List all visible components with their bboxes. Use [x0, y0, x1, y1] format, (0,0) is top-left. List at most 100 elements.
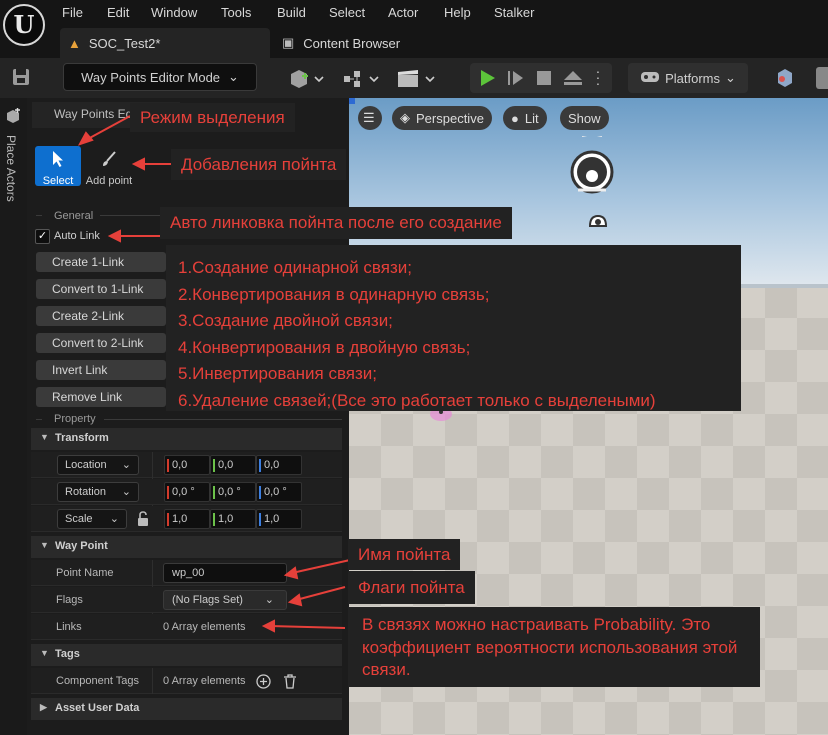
annotation-auto-link: Авто линковка пойнта после его создание [160, 207, 512, 239]
transform-category[interactable]: ▼ Transform [31, 428, 342, 450]
platforms-button[interactable]: Platforms ⌄ [628, 63, 748, 93]
general-section-label: General [54, 210, 94, 222]
menu-tools[interactable]: Tools [221, 5, 251, 20]
invert-link-button[interactable]: Invert Link [36, 360, 166, 380]
stop-icon[interactable] [535, 69, 553, 87]
settings-icon[interactable] [816, 67, 828, 89]
unreal-logo[interactable]: U [3, 4, 45, 46]
tab-level[interactable]: ▲ SOC_Test2* [60, 28, 270, 58]
remove-link-button[interactable]: Remove Link [36, 387, 166, 407]
viewport-menu-button[interactable]: ☰ [358, 106, 382, 130]
scale-z-field[interactable]: 1,0 [256, 509, 302, 529]
menu-edit[interactable]: Edit [107, 5, 129, 20]
tags-header: Tags [55, 648, 80, 660]
cinematics-button[interactable] [396, 68, 436, 90]
links-label: Links [56, 621, 82, 633]
location-y-field[interactable]: 0,0 [210, 455, 256, 475]
editor-mode-dropdown[interactable]: Way Points Editor Mode ⌄ [63, 63, 257, 91]
chevron-down-icon: ⌄ [228, 69, 239, 84]
menu-stalker[interactable]: Stalker [494, 5, 534, 20]
point-name-input[interactable]: wp_00 [163, 563, 287, 583]
annotation-select-mode: Режим выделения [130, 103, 295, 132]
annotation-probability: В связях можно настраивать Probability. … [348, 607, 760, 687]
add-element-icon[interactable] [256, 674, 271, 689]
select-mode-button[interactable]: Select [35, 146, 81, 187]
auto-link-label: Auto Link [54, 230, 100, 242]
links-list-item: 4.Конвертирования в двойную связь; [178, 337, 471, 357]
scale-label: Scale [65, 513, 93, 525]
location-z-field[interactable]: 0,0 [256, 455, 302, 475]
tags-category[interactable]: ▼ Tags [31, 644, 342, 666]
add-actor-button[interactable] [288, 68, 324, 90]
platforms-icon [640, 69, 660, 88]
scale-y-field[interactable]: 1,0 [210, 509, 256, 529]
asset-user-data-category[interactable]: ▶ Asset User Data [31, 698, 342, 720]
content-browser-icon: ▣ [282, 35, 295, 50]
divider [104, 419, 342, 420]
save-icon[interactable] [10, 66, 32, 88]
play-icon[interactable] [478, 68, 498, 88]
lit-button[interactable]: ● Lit [503, 106, 547, 130]
platforms-label: Platforms [665, 70, 720, 86]
tab-content-browser[interactable]: ▣ Content Browser [280, 28, 400, 58]
links-list-item: 1.Создание одинарной связи; [178, 258, 412, 277]
sphere-icon: ● [511, 110, 519, 126]
light-bulb-icon[interactable] [586, 210, 610, 230]
menu-help[interactable]: Help [444, 5, 471, 20]
trash-icon[interactable] [283, 674, 297, 689]
annotation-add-point: Добавления пойнта [171, 149, 347, 180]
menu-file[interactable]: File [62, 5, 83, 20]
blueprint-button[interactable] [342, 68, 380, 90]
menu-window[interactable]: Window [151, 5, 197, 20]
asset-user-data-header: Asset User Data [55, 702, 140, 714]
rotation-x-field[interactable]: 0,0 ° [164, 482, 210, 502]
create-2-link-button[interactable]: Create 2-Link [36, 306, 166, 326]
collapse-arrow-icon: ▼ [40, 432, 49, 442]
place-actors-tab[interactable]: Place Actors [4, 135, 18, 202]
select-mode-label: Select [42, 175, 74, 187]
add-point-label: Add point [85, 175, 133, 187]
rotation-z-field[interactable]: 0,0 ° [256, 482, 302, 502]
show-button[interactable]: Show [560, 106, 609, 130]
chevron-down-icon: ⌄ [121, 486, 131, 498]
step-icon[interactable] [506, 68, 526, 88]
collapse-arrow-icon: ▼ [40, 540, 49, 550]
create-1-link-button[interactable]: Create 1-Link [36, 252, 166, 272]
rotation-dropdown[interactable]: Rotation ⌄ [57, 482, 139, 502]
add-point-button[interactable]: Add point [84, 146, 134, 187]
settings-cube-icon[interactable] [774, 67, 796, 89]
eject-icon[interactable] [562, 68, 584, 88]
scale-x-field[interactable]: 1,0 [164, 509, 210, 529]
cube-icon: ◈ [400, 110, 410, 125]
way-point-category[interactable]: ▼ Way Point [31, 536, 342, 558]
sky-light-icon[interactable] [570, 132, 614, 200]
menu-actor[interactable]: Actor [388, 5, 418, 20]
links-value: 0 Array elements [163, 621, 246, 633]
annotation-flags: Флаги пойнта [348, 571, 475, 604]
unlock-icon[interactable] [136, 511, 150, 527]
links-list-item: 2.Конвертирования в одинарную связь; [178, 284, 490, 304]
menu-build[interactable]: Build [277, 5, 306, 20]
links-list-item: 3.Создание двойной связи; [178, 311, 393, 330]
flags-dropdown[interactable]: (No Flags Set) ⌄ [163, 590, 287, 610]
place-actors-icon[interactable] [5, 108, 21, 124]
convert-to-1-link-button[interactable]: Convert to 1-Link [36, 279, 166, 299]
point-name-label: Point Name [56, 567, 114, 579]
perspective-button[interactable]: ◈ Perspective [392, 106, 492, 130]
convert-to-2-link-button[interactable]: Convert to 2-Link [36, 333, 166, 353]
chevron-down-icon: ⌄ [121, 459, 131, 471]
divider [100, 215, 166, 216]
chevron-down-icon: ⌄ [725, 70, 736, 85]
menu-select[interactable]: Select [329, 5, 365, 20]
perspective-label: Perspective [416, 110, 484, 126]
component-tags-value: 0 Array elements [163, 675, 246, 687]
divider [36, 419, 42, 420]
more-options-icon[interactable]: · · · [592, 64, 604, 90]
rotation-y-field[interactable]: 0,0 ° [210, 482, 256, 502]
location-dropdown[interactable]: Location ⌄ [57, 455, 139, 475]
column-divider [152, 668, 153, 694]
transform-header: Transform [55, 432, 109, 444]
location-x-field[interactable]: 0,0 [164, 455, 210, 475]
scale-dropdown[interactable]: Scale ⌄ [57, 509, 127, 529]
auto-link-checkbox[interactable]: ✓ [35, 229, 50, 244]
